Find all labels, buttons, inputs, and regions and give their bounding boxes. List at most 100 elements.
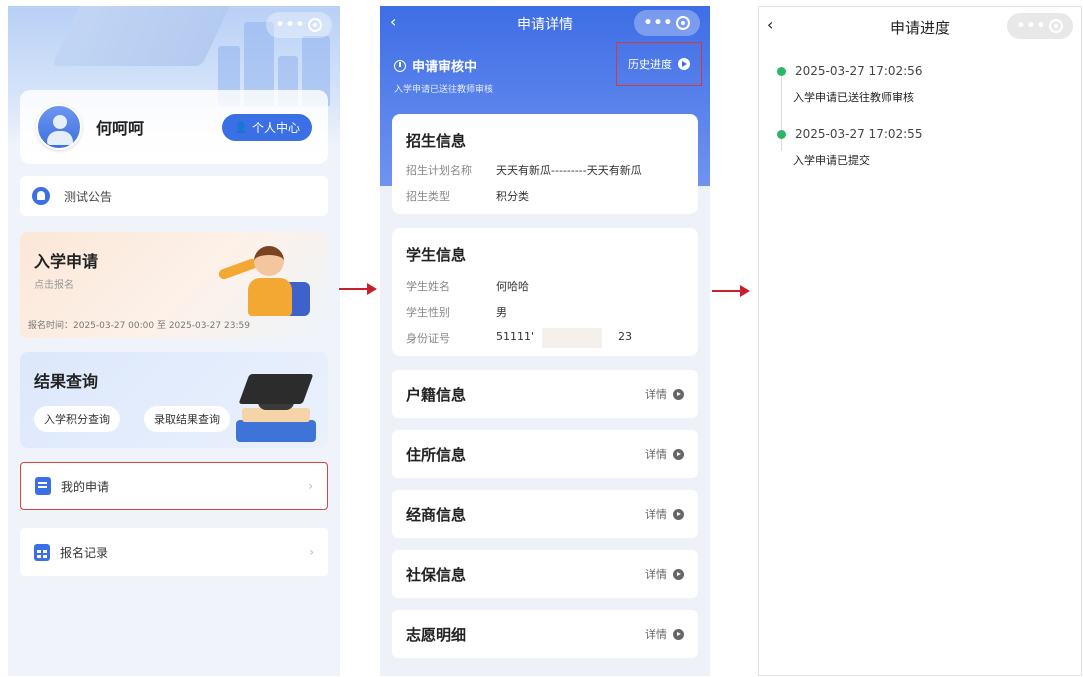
detail-link[interactable]: 详情 bbox=[645, 446, 684, 462]
person-icon: 👤 bbox=[234, 120, 248, 134]
kv-row: 招生类型 积分类 bbox=[406, 188, 529, 204]
arrow-right-circle-icon bbox=[673, 388, 684, 400]
section-social-security[interactable]: 社保信息 详情 bbox=[392, 550, 698, 598]
graduation-cap-illustration bbox=[226, 366, 322, 446]
admission-info-title: 招生信息 bbox=[406, 132, 467, 150]
kv-value: 积分类 bbox=[496, 190, 529, 203]
calendar-icon bbox=[34, 543, 50, 561]
kv-row: 学生性别 男 bbox=[406, 304, 507, 320]
status-title: 申请审核中 bbox=[412, 60, 478, 75]
personal-center-button[interactable]: 👤 个人中心 bbox=[222, 113, 312, 141]
student-info-card: 学生信息 学生姓名 何哈哈 学生性别 男 身份证号 51111' 23 bbox=[392, 228, 698, 356]
notice-bar[interactable]: 测试公告 bbox=[20, 176, 328, 216]
arrow-right-circle-icon bbox=[673, 568, 684, 580]
arrow-right-circle-icon bbox=[673, 628, 684, 640]
kv-key: 身份证号 bbox=[406, 332, 450, 345]
detail-label: 详情 bbox=[645, 448, 667, 461]
score-query-button[interactable]: 入学积分查询 bbox=[34, 406, 120, 432]
more-icon[interactable]: ••• bbox=[1017, 19, 1047, 33]
history-progress-label: 历史进度 bbox=[628, 58, 672, 71]
enroll-subtitle: 点击报名 bbox=[34, 280, 74, 291]
home-screen: ••• 何呵呵 👤 个人中心 测试公告 入学申请 点击报名 报名时间：2025-… bbox=[8, 6, 340, 676]
avatar[interactable] bbox=[36, 104, 82, 150]
user-name: 何呵呵 bbox=[96, 119, 145, 138]
student-info-title: 学生信息 bbox=[406, 246, 467, 264]
notice-text: 测试公告 bbox=[64, 189, 113, 204]
timeline-line bbox=[781, 75, 782, 151]
detail-label: 详情 bbox=[645, 568, 667, 581]
timeline-dot bbox=[777, 67, 786, 76]
detail-label: 详情 bbox=[645, 508, 667, 521]
profile-card: 何呵呵 👤 个人中心 bbox=[20, 90, 328, 164]
detail-link[interactable]: 详情 bbox=[645, 566, 684, 582]
enroll-card[interactable]: 入学申请 点击报名 报名时间：2025-03-27 00:00 至 2025-0… bbox=[20, 232, 328, 338]
detail-label: 详情 bbox=[645, 388, 667, 401]
section-title: 经商信息 bbox=[406, 505, 467, 524]
enroll-title: 入学申请 bbox=[34, 252, 99, 271]
student-illustration bbox=[214, 238, 314, 320]
my-application-item[interactable]: 我的申请 › bbox=[20, 462, 328, 510]
timeline-text: 入学申请已提交 bbox=[793, 154, 870, 167]
miniprogram-capsule[interactable]: ••• bbox=[266, 12, 332, 38]
signup-record-item[interactable]: 报名记录 › bbox=[20, 528, 328, 576]
arrow-right-circle-icon bbox=[673, 448, 684, 460]
kv-key: 招生类型 bbox=[406, 190, 450, 203]
detail-label: 详情 bbox=[645, 628, 667, 641]
detail-link[interactable]: 详情 bbox=[645, 506, 684, 522]
section-title: 户籍信息 bbox=[406, 385, 467, 404]
id-suffix-value: 23 bbox=[618, 330, 632, 343]
clock-icon bbox=[394, 59, 406, 72]
chevron-right-icon: › bbox=[308, 479, 313, 493]
kv-value: 何哈哈 bbox=[496, 280, 529, 293]
kv-key: 招生计划名称 bbox=[406, 164, 472, 177]
section-title: 住所信息 bbox=[406, 445, 467, 464]
close-target-icon[interactable] bbox=[1049, 19, 1064, 33]
detail-link[interactable]: 详情 bbox=[645, 626, 684, 642]
personal-center-label: 个人中心 bbox=[251, 120, 300, 135]
section-household[interactable]: 户籍信息 详情 bbox=[392, 370, 698, 418]
application-detail-screen: ‹ 申请详情 ••• 申请审核中 入学申请已送往教师审核 历史进度 招生信息 招… bbox=[380, 6, 710, 676]
miniprogram-capsule[interactable]: ••• bbox=[1007, 13, 1073, 39]
kv-key: 学生性别 bbox=[406, 306, 450, 319]
kv-row: 招生计划名称 天天有新瓜---------天天有新瓜 bbox=[406, 162, 642, 178]
section-title: 志愿明细 bbox=[406, 625, 467, 644]
section-title: 社保信息 bbox=[406, 565, 467, 584]
my-application-label: 我的申请 bbox=[61, 479, 110, 494]
close-target-icon[interactable] bbox=[676, 16, 691, 30]
history-progress-button[interactable]: 历史进度 bbox=[616, 42, 702, 86]
id-redaction bbox=[542, 328, 602, 348]
timeline-text: 入学申请已送往教师审核 bbox=[793, 91, 914, 104]
arrow-right-circle-icon bbox=[678, 58, 690, 70]
kv-row: 学生姓名 何哈哈 bbox=[406, 278, 529, 294]
timeline-time: 2025-03-27 17:02:55 bbox=[795, 127, 923, 141]
section-preferences[interactable]: 志愿明细 详情 bbox=[392, 610, 698, 658]
miniprogram-capsule[interactable]: ••• bbox=[634, 10, 700, 36]
id-suffix: 23 bbox=[618, 330, 632, 343]
application-progress-screen: ‹ 申请进度 ••• 2025-03-27 17:02:56 入学申请已送往教师… bbox=[758, 6, 1082, 676]
signup-record-label: 报名记录 bbox=[60, 545, 109, 560]
notice-icon bbox=[32, 187, 50, 205]
section-residence[interactable]: 住所信息 详情 bbox=[392, 430, 698, 478]
timeline-time: 2025-03-27 17:02:56 bbox=[795, 64, 923, 78]
admission-info-card: 招生信息 招生计划名称 天天有新瓜---------天天有新瓜 招生类型 积分类 bbox=[392, 114, 698, 214]
timeline-dot bbox=[777, 130, 786, 139]
application-doc-icon bbox=[35, 477, 51, 495]
status-row: 申请审核中 bbox=[394, 56, 477, 75]
banner-laptop-illustration bbox=[51, 6, 235, 66]
kv-key: 学生姓名 bbox=[406, 280, 450, 293]
more-icon[interactable]: ••• bbox=[276, 18, 306, 32]
kv-value: 天天有新瓜---------天天有新瓜 bbox=[496, 164, 642, 177]
detail-link[interactable]: 详情 bbox=[645, 386, 684, 402]
result-card: 结果查询 入学积分查询 录取结果查询 bbox=[20, 352, 328, 448]
chevron-right-icon: › bbox=[309, 545, 314, 559]
arrow-right-circle-icon bbox=[673, 508, 684, 520]
section-business[interactable]: 经商信息 详情 bbox=[392, 490, 698, 538]
flow-arrow bbox=[712, 285, 750, 297]
more-icon[interactable]: ••• bbox=[644, 16, 674, 30]
status-subtitle: 入学申请已送往教师审核 bbox=[394, 85, 494, 95]
kv-value: 男 bbox=[496, 306, 507, 319]
kv-value: 51111' bbox=[496, 330, 535, 343]
admission-query-button[interactable]: 录取结果查询 bbox=[144, 406, 230, 432]
flow-arrow bbox=[339, 283, 377, 295]
close-target-icon[interactable] bbox=[308, 18, 323, 32]
